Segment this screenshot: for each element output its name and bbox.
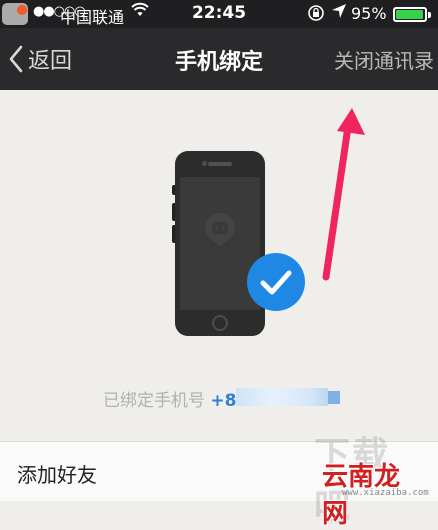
navigation-bar: 返回 手机绑定 关闭通讯录 (0, 28, 438, 90)
checkmark-icon (260, 270, 292, 295)
app-logo-icon (205, 213, 235, 247)
bound-phone-label: 已绑定手机号 (103, 391, 205, 411)
add-friend-label: 添加好友 (17, 463, 97, 487)
home-button-graphic (212, 315, 228, 331)
battery-icon (393, 7, 431, 22)
status-bar: ●●○○○ 中国联通 22:45 95% (0, 0, 438, 28)
annotation-arrow (322, 108, 365, 281)
redacted-digit (328, 391, 340, 404)
checkmark-badge (247, 253, 305, 311)
watermark: 下载吧 云南龙网 www.xiazaiba.com (314, 426, 429, 529)
watermark-url: www.xiazaiba.com (342, 488, 429, 498)
rotation-lock-icon (307, 4, 325, 26)
bound-phone-row: 已绑定手机号 +86 (103, 386, 248, 411)
battery-fill (396, 10, 423, 19)
location-arrow-icon (331, 3, 347, 23)
redacted-number (236, 388, 328, 406)
battery-percentage: 95% (351, 4, 387, 23)
close-contacts-button[interactable]: 关闭通讯录 (334, 45, 434, 74)
